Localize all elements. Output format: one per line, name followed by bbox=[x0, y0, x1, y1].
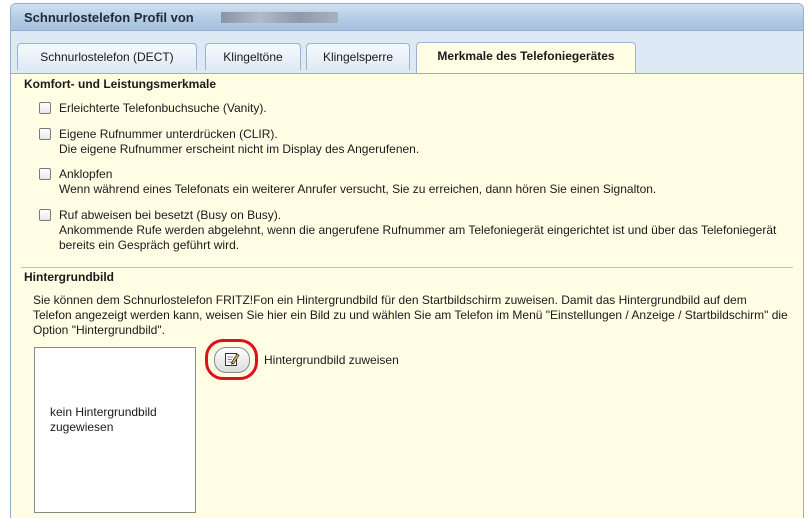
tab-ringtones[interactable]: Klingeltöne bbox=[205, 43, 301, 70]
profile-panel: Schnurlostelefon Profil von Schnurlostel… bbox=[10, 3, 804, 518]
tab-bar: Schnurlostelefon (DECT) Klingeltöne Klin… bbox=[11, 31, 803, 74]
busy-on-busy-checkbox[interactable] bbox=[39, 209, 51, 221]
wallpaper-section-title: Hintergrundbild bbox=[24, 270, 114, 284]
feature-description: Die eigene Rufnummer erscheint nicht im … bbox=[59, 142, 420, 156]
assign-wallpaper-button[interactable] bbox=[214, 347, 250, 373]
feature-label: Eigene Rufnummer unterdrücken (CLIR). bbox=[59, 127, 278, 141]
edit-icon bbox=[225, 353, 240, 366]
feature-label: Ruf abweisen bei besetzt (Busy on Busy). bbox=[59, 208, 282, 222]
tab-ring-block[interactable]: Klingelsperre bbox=[306, 43, 410, 70]
feature-description: Ankommende Rufe werden abgelehnt, wenn d… bbox=[59, 223, 777, 252]
preview-placeholder-text: kein Hintergrundbild zugewiesen bbox=[50, 405, 157, 434]
redacted-name bbox=[221, 12, 338, 23]
feature-label: Erleichterte Telefonbuchsuche (Vanity). bbox=[59, 101, 267, 115]
section-divider bbox=[21, 267, 793, 268]
clir-checkbox[interactable] bbox=[39, 128, 51, 140]
comfort-section-title: Komfort- und Leistungsmerkmale bbox=[24, 77, 217, 91]
panel-header: Schnurlostelefon Profil von bbox=[11, 4, 803, 31]
panel-title: Schnurlostelefon Profil von bbox=[24, 10, 194, 25]
vanity-checkbox[interactable] bbox=[39, 102, 51, 114]
tab-dect[interactable]: Schnurlostelefon (DECT) bbox=[17, 43, 197, 70]
wallpaper-preview: kein Hintergrundbild zugewiesen bbox=[34, 347, 196, 513]
feature-label: Anklopfen bbox=[59, 167, 113, 181]
tab-device-features[interactable]: Merkmale des Telefoniegerätes bbox=[416, 42, 636, 73]
feature-description: Wenn während eines Telefonats ein weiter… bbox=[59, 182, 657, 196]
assign-wallpaper-label: Hintergrundbild zuweisen bbox=[264, 353, 399, 367]
call-waiting-checkbox[interactable] bbox=[39, 168, 51, 180]
wallpaper-description: Sie können dem Schnurlostelefon FRITZ!Fo… bbox=[33, 293, 788, 337]
